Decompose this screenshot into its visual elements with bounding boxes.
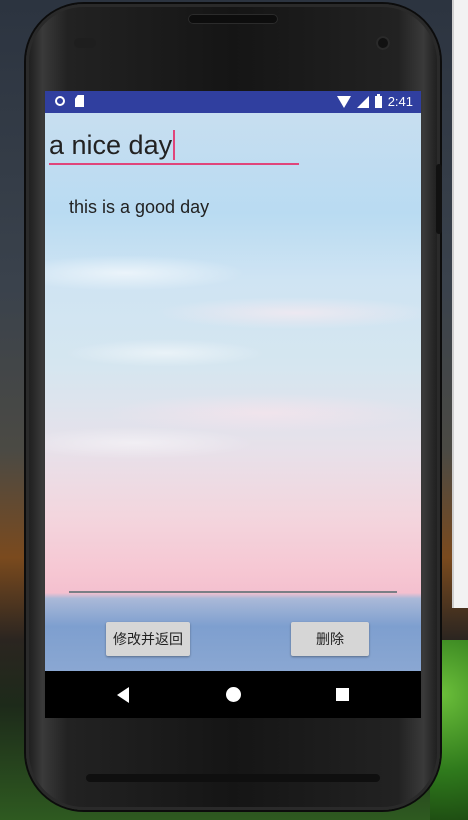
- note-editor: a nice day this is a good day 修改并返回 删除: [45, 113, 421, 671]
- save-and-return-button[interactable]: 修改并返回: [106, 622, 190, 656]
- signal-icon: [356, 95, 369, 108]
- back-icon[interactable]: [117, 687, 129, 703]
- speaker-grille: [188, 14, 278, 24]
- title-input[interactable]: a nice day: [49, 127, 299, 165]
- front-camera: [376, 36, 390, 50]
- text-cursor: [173, 129, 176, 160]
- device-screen: 2:41 a nice day this is a good day 修改并返回…: [45, 91, 421, 718]
- title-input-value: a nice day: [49, 130, 173, 160]
- content-text[interactable]: this is a good day: [69, 197, 209, 218]
- background-panel: [452, 0, 468, 608]
- recents-icon[interactable]: [336, 688, 349, 701]
- home-icon[interactable]: [226, 687, 241, 702]
- sensor: [74, 38, 96, 48]
- status-time: 2:41: [387, 94, 413, 109]
- ring-icon: [55, 96, 65, 106]
- delete-button[interactable]: 删除: [291, 622, 369, 656]
- background-panel-edge: [452, 0, 454, 608]
- wifi-icon: [336, 95, 351, 108]
- power-button[interactable]: [436, 164, 442, 234]
- content-underline: [69, 591, 397, 593]
- status-bar: 2:41: [45, 91, 421, 113]
- sd-card-icon: [75, 95, 84, 107]
- navigation-bar: [45, 671, 421, 718]
- battery-icon: [374, 93, 382, 108]
- bottom-speaker: [86, 774, 380, 782]
